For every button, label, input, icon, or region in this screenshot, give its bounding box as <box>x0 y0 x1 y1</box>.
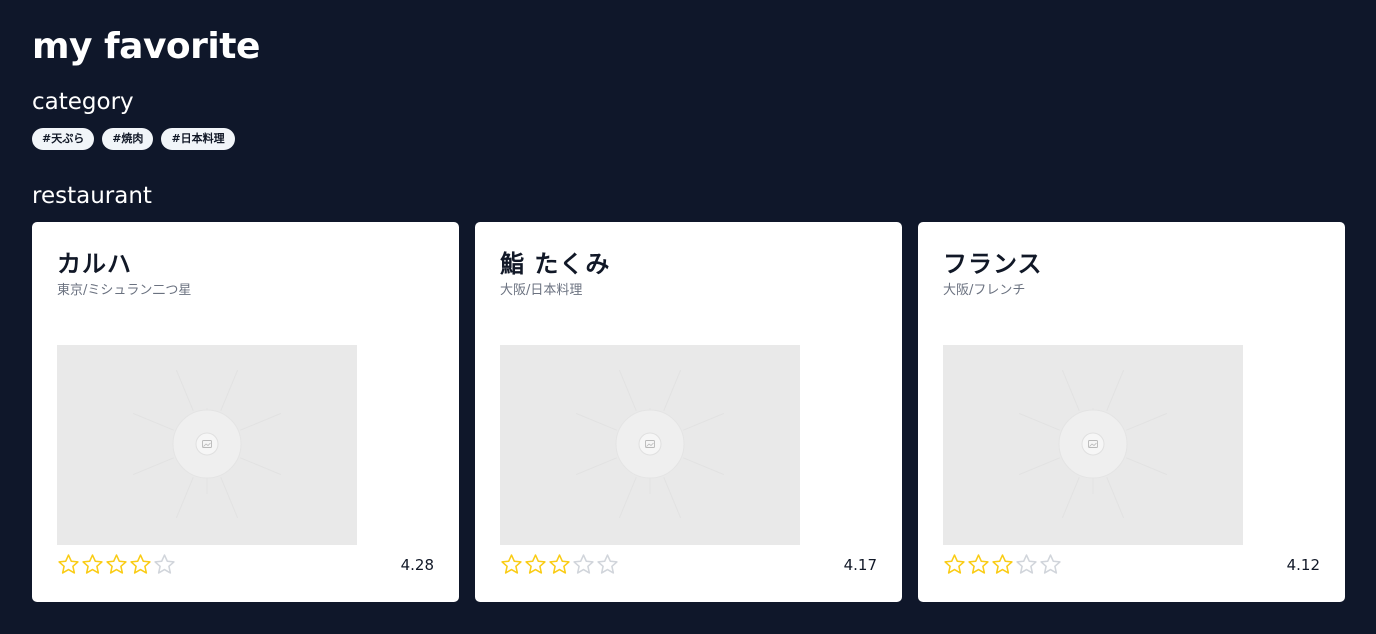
star-rating <box>943 553 1062 576</box>
page-title: my favorite <box>32 26 260 67</box>
rating-value: 4.28 <box>400 556 434 574</box>
image-placeholder-icon <box>1018 369 1168 519</box>
restaurant-subtitle: 大阪/フレンチ <box>943 283 1026 298</box>
category-tag[interactable]: #焼肉 <box>102 128 154 150</box>
category-tag[interactable]: #日本料理 <box>161 128 235 150</box>
star-filled-icon <box>968 554 989 574</box>
restaurant-image <box>943 345 1243 545</box>
restaurant-name: 鮨 たくみ <box>500 250 611 278</box>
star-empty-icon <box>573 554 594 574</box>
star-rating <box>57 553 176 576</box>
star-filled-icon <box>130 554 151 574</box>
restaurant-subtitle: 大阪/日本料理 <box>500 283 583 298</box>
restaurant-card-list: カルハ 東京/ミシュラン二つ星 4.28 鮨 たくみ 大阪/日本料理 4.17 … <box>32 222 1345 602</box>
restaurant-card[interactable]: カルハ 東京/ミシュラン二つ星 4.28 <box>32 222 459 602</box>
star-empty-icon <box>1016 554 1037 574</box>
restaurant-subtitle: 東京/ミシュラン二つ星 <box>57 283 192 298</box>
star-empty-icon <box>1040 554 1061 574</box>
category-tag-list: #天ぷら #焼肉 #日本料理 <box>32 128 235 150</box>
star-filled-icon <box>944 554 965 574</box>
restaurant-image <box>500 345 800 545</box>
star-filled-icon <box>106 554 127 574</box>
restaurant-image <box>57 345 357 545</box>
restaurant-name: フランス <box>943 250 1043 278</box>
category-tag[interactable]: #天ぷら <box>32 128 95 150</box>
restaurant-card[interactable]: 鮨 たくみ 大阪/日本料理 4.17 <box>475 222 902 602</box>
star-filled-icon <box>525 554 546 574</box>
image-placeholder-icon <box>575 369 725 519</box>
star-filled-icon <box>992 554 1013 574</box>
star-empty-icon <box>154 554 175 574</box>
star-rating <box>500 553 619 576</box>
rating-value: 4.12 <box>1286 556 1320 574</box>
star-filled-icon <box>82 554 103 574</box>
image-placeholder-icon <box>132 369 282 519</box>
category-heading: category <box>32 89 134 115</box>
restaurant-name: カルハ <box>57 250 132 278</box>
star-filled-icon <box>549 554 570 574</box>
restaurant-heading: restaurant <box>32 183 152 209</box>
rating-value: 4.17 <box>843 556 877 574</box>
star-filled-icon <box>58 554 79 574</box>
star-filled-icon <box>501 554 522 574</box>
restaurant-card[interactable]: フランス 大阪/フレンチ 4.12 <box>918 222 1345 602</box>
star-empty-icon <box>597 554 618 574</box>
